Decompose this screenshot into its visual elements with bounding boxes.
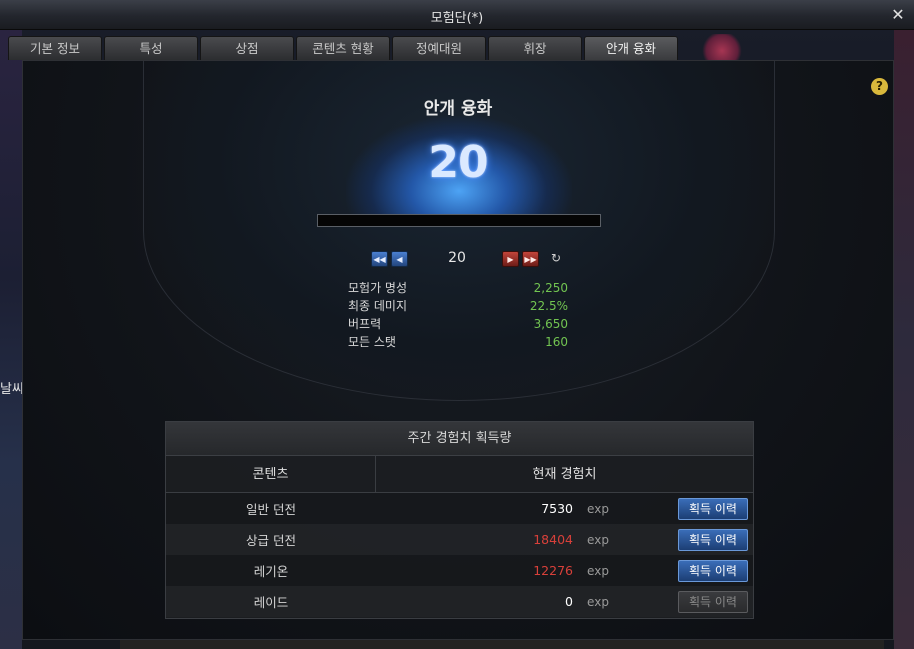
tab-bar: 기본 정보 특성 상점 콘텐츠 현황 정예대원 휘장 안개 융화 [8,36,678,60]
row-content-name: 레이드 [253,595,289,610]
tab-elite-members[interactable]: 정예대원 [392,36,486,60]
tab-basic-info[interactable]: 기본 정보 [8,36,102,60]
table-row: 상급 던전 18404 exp 획득 이력 [166,524,753,555]
tab-fog-fusion[interactable]: 안개 융화 [584,36,678,60]
tab-traits[interactable]: 특성 [104,36,198,60]
window-title: 모험단(*) [430,11,484,26]
table-row: 일반 던전 7530 exp 획득 이력 [166,493,753,524]
next-level-button[interactable]: ▶ [502,251,519,267]
stat-label: 모험가 명성 [348,281,408,295]
weekly-exp-table: 주간 경험치 획득량 콘텐츠 현재 경험치 일반 던전 7530 exp 획득 … [165,421,754,619]
row-content-name: 일반 던전 [246,502,296,517]
stat-label: 모든 스탯 [348,335,396,349]
refresh-icon[interactable]: ↻ [551,249,565,267]
prev-level-button[interactable]: ◀ [391,251,408,267]
row-exp-unit: exp [587,594,609,609]
last-level-button[interactable]: ▶▶ [522,251,539,267]
row-content-name: 레기온 [253,564,289,579]
row-exp-value: 0 [565,594,573,609]
stat-value: 22.5% [529,299,568,313]
row-exp-value: 12276 [533,563,573,578]
table-row: 레이드 0 exp 획득 이력 [166,586,753,617]
table-header-row: 콘텐츠 현재 경험치 [166,456,753,493]
tab-emblem[interactable]: 휘장 [488,36,582,60]
history-button[interactable]: 획득 이력 [678,497,748,520]
column-header-content: 콘텐츠 [166,456,376,492]
help-icon[interactable]: ? [871,78,888,95]
fusion-progress-bar [317,214,601,227]
column-header-current-exp: 현재 경험치 [532,467,597,482]
close-icon[interactable]: ✕ [888,5,908,25]
fog-fusion-panel: ? 안개 융화 20 ◀◀ ◀ 20 ▶ ▶▶ ↻ 모험가 명성 2,250 최… [22,60,894,640]
history-button[interactable]: 획득 이력 [678,528,748,551]
window-titlebar[interactable]: 모험단(*) ✕ [0,0,914,30]
first-level-button[interactable]: ◀◀ [371,251,388,267]
table-row: 레기온 12276 exp 획득 이력 [166,555,753,586]
adventure-team-window: 모험단(*) ✕ 기본 정보 특성 상점 콘텐츠 현황 정예대원 휘장 안개 융… [0,0,914,649]
stat-label: 버프력 [348,317,382,331]
fusion-stats: 모험가 명성 2,250 최종 데미지 22.5% 버프력 3,650 모든 스… [348,279,568,351]
fusion-level: 20 [428,137,488,188]
stat-row: 버프력 3,650 [348,315,568,333]
row-content-name: 상급 던전 [246,533,296,548]
row-exp-unit: exp [587,532,609,547]
stat-row: 모험가 명성 2,250 [348,279,568,297]
stat-value: 3,650 [533,317,568,331]
weekly-exp-title: 주간 경험치 획득량 [166,422,753,456]
row-exp-value: 7530 [541,501,573,516]
level-navigator: ◀◀ ◀ 20 ▶ ▶▶ ↻ [371,248,561,270]
tab-shop[interactable]: 상점 [200,36,294,60]
history-button[interactable]: 획득 이력 [678,590,748,613]
stat-row: 최종 데미지 22.5% [348,297,568,315]
stat-row: 모든 스탯 160 [348,333,568,351]
table-body: 일반 던전 7530 exp 획득 이력 상급 던전 18404 exp 획득 … [166,493,753,617]
row-exp-value: 18404 [533,532,573,547]
history-button[interactable]: 획득 이력 [678,559,748,582]
row-exp-unit: exp [587,563,609,578]
row-exp-unit: exp [587,501,609,516]
tab-content-status[interactable]: 콘텐츠 현황 [296,36,390,60]
stat-value: 2,250 [533,281,568,295]
character-portrait-icon [702,34,742,62]
nav-level-value: 20 [448,250,466,266]
stat-value: 160 [545,335,568,349]
stat-label: 최종 데미지 [348,299,408,313]
